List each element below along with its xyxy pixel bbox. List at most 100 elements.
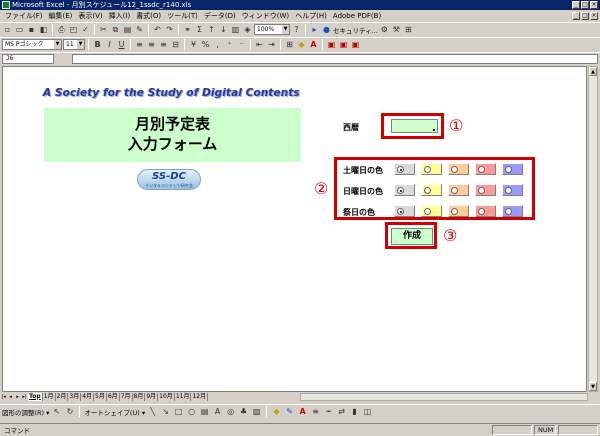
tab-sep[interactable]: 9月: [145, 392, 159, 401]
textbox-icon[interactable]: ▤: [199, 406, 210, 417]
increase-indent-icon[interactable]: ⇥: [266, 39, 277, 50]
tools-icon[interactable]: ⚒: [391, 24, 402, 35]
print-preview-icon[interactable]: ◰: [68, 24, 79, 35]
formula-input[interactable]: [72, 53, 598, 64]
vertical-scrollbar[interactable]: ▲ ▼: [588, 66, 598, 392]
saturday-swatch-blue[interactable]: [502, 163, 523, 175]
help-icon[interactable]: ?: [291, 24, 302, 35]
paste-icon[interactable]: ▤: [122, 24, 133, 35]
sunday-swatch-yellow[interactable]: [421, 184, 442, 196]
menu-tools[interactable]: ツール(T): [164, 11, 201, 21]
sunday-swatch-pink[interactable]: [475, 184, 496, 196]
fill-color-icon[interactable]: ◆: [296, 39, 307, 50]
rotate-icon[interactable]: ↻: [64, 406, 75, 417]
cut-icon[interactable]: ✂: [98, 24, 109, 35]
name-box[interactable]: J6: [2, 53, 54, 64]
line-icon[interactable]: ╲: [147, 406, 158, 417]
oval-icon[interactable]: ○: [186, 406, 197, 417]
picture-icon[interactable]: ▨: [251, 406, 262, 417]
saturday-swatch-gray[interactable]: [394, 163, 415, 175]
rectangle-icon[interactable]: □: [173, 406, 184, 417]
tab-nov[interactable]: 11月: [175, 392, 192, 401]
sort-descending-icon[interactable]: ↓: [218, 24, 229, 35]
fill-color-icon[interactable]: ◆: [271, 406, 282, 417]
bold-icon[interactable]: B: [92, 39, 103, 50]
currency-icon[interactable]: ¥: [188, 39, 199, 50]
record-icon[interactable]: ●: [321, 24, 332, 35]
font-color-icon[interactable]: A: [308, 39, 319, 50]
menu-data[interactable]: データ(D): [201, 11, 239, 21]
menu-view[interactable]: 表示(V): [75, 11, 105, 21]
print-icon[interactable]: ⎙: [56, 24, 67, 35]
tab-may[interactable]: 5月: [94, 392, 107, 401]
doc-minimize-button[interactable]: _: [572, 12, 580, 20]
decrease-decimal-icon[interactable]: ⁻: [236, 39, 247, 50]
doc-close-button[interactable]: ×: [590, 12, 598, 20]
tab-jun[interactable]: 6月: [107, 392, 120, 401]
underline-icon[interactable]: U: [116, 39, 127, 50]
saturday-swatch-yellow[interactable]: [421, 163, 442, 175]
align-left-icon[interactable]: ≡: [134, 39, 145, 50]
spelling-icon[interactable]: ✓: [80, 24, 91, 35]
autosum-icon[interactable]: Σ: [194, 24, 205, 35]
menu-file[interactable]: ファイル(F): [2, 11, 46, 21]
merge-center-icon[interactable]: ⊟: [170, 39, 181, 50]
saturday-swatch-orange[interactable]: [448, 163, 469, 175]
3d-icon[interactable]: ◫: [362, 406, 373, 417]
sunday-swatch-blue[interactable]: [502, 184, 523, 196]
select-objects-icon[interactable]: ↖: [51, 406, 62, 417]
undo-icon[interactable]: ↶: [152, 24, 163, 35]
tab-jul[interactable]: 7月: [120, 392, 133, 401]
maximize-button[interactable]: □: [581, 1, 589, 9]
close-button[interactable]: ×: [590, 1, 598, 9]
tab-mar[interactable]: 3月: [68, 392, 82, 401]
holiday-swatch-orange[interactable]: [448, 205, 469, 217]
line-style-icon[interactable]: ≡: [310, 406, 321, 417]
holiday-swatch-pink[interactable]: [475, 205, 496, 217]
first-sheet-icon[interactable]: |◂: [0, 393, 7, 401]
new-icon[interactable]: ▫: [2, 24, 13, 35]
wordart-icon[interactable]: A: [212, 406, 223, 417]
menu-edit[interactable]: 編集(E): [46, 11, 76, 21]
align-right-icon[interactable]: ≡: [158, 39, 169, 50]
security-button[interactable]: セキュリティ...: [333, 25, 378, 35]
save-icon[interactable]: ▪: [26, 24, 37, 35]
horizontal-scrollbar[interactable]: [300, 393, 588, 401]
control-toolbox-icon[interactable]: ⊞: [403, 24, 414, 35]
last-sheet-icon[interactable]: ▸|: [21, 393, 28, 401]
scroll-up-icon[interactable]: ▲: [589, 67, 597, 76]
chart-wizard-icon[interactable]: ▥: [230, 24, 241, 35]
arrow-icon[interactable]: ↘: [160, 406, 171, 417]
pdf-review-icon[interactable]: ▣: [350, 39, 361, 50]
comma-icon[interactable]: ,: [212, 39, 223, 50]
doc-restore-button[interactable]: □: [581, 12, 589, 20]
create-button[interactable]: 作成: [391, 228, 433, 245]
sort-ascending-icon[interactable]: ↑: [206, 24, 217, 35]
tab-feb[interactable]: 2月: [56, 392, 69, 401]
menu-adobe-pdf[interactable]: Adobe PDF(B): [330, 12, 384, 20]
decrease-indent-icon[interactable]: ⇤: [254, 39, 265, 50]
menu-insert[interactable]: 挿入(I): [106, 11, 134, 21]
ss-dc-logo[interactable]: SS-DC デジタルコンテンツ研究会: [137, 169, 201, 190]
scroll-down-icon[interactable]: ▼: [589, 382, 597, 391]
font-name-select[interactable]: MS Pゴシック ▼: [2, 39, 62, 50]
clipart-icon[interactable]: ♣: [238, 406, 249, 417]
copy-icon[interactable]: ⧉: [110, 24, 121, 35]
sunday-swatch-gray[interactable]: [394, 184, 415, 196]
tab-dec[interactable]: 12月: [191, 392, 209, 401]
format-painter-icon[interactable]: ✎: [134, 24, 145, 35]
year-input[interactable]: [391, 119, 438, 133]
menu-window[interactable]: ウィンドウ(W): [239, 11, 292, 21]
dash-style-icon[interactable]: ┅: [323, 406, 334, 417]
autoshapes-button[interactable]: オートシェイプ(U) ▾: [84, 407, 145, 417]
italic-icon[interactable]: I: [104, 39, 115, 50]
borders-icon[interactable]: ⊞: [284, 39, 295, 50]
saturday-swatch-pink[interactable]: [475, 163, 496, 175]
sunday-swatch-orange[interactable]: [448, 184, 469, 196]
next-sheet-icon[interactable]: ▸: [14, 393, 21, 401]
increase-decimal-icon[interactable]: ⁺: [224, 39, 235, 50]
permission-icon[interactable]: ◧: [38, 24, 49, 35]
minimize-button[interactable]: _: [572, 1, 580, 9]
pdf-convert-icon[interactable]: ▣: [326, 39, 337, 50]
align-center-icon[interactable]: ≡: [146, 39, 157, 50]
